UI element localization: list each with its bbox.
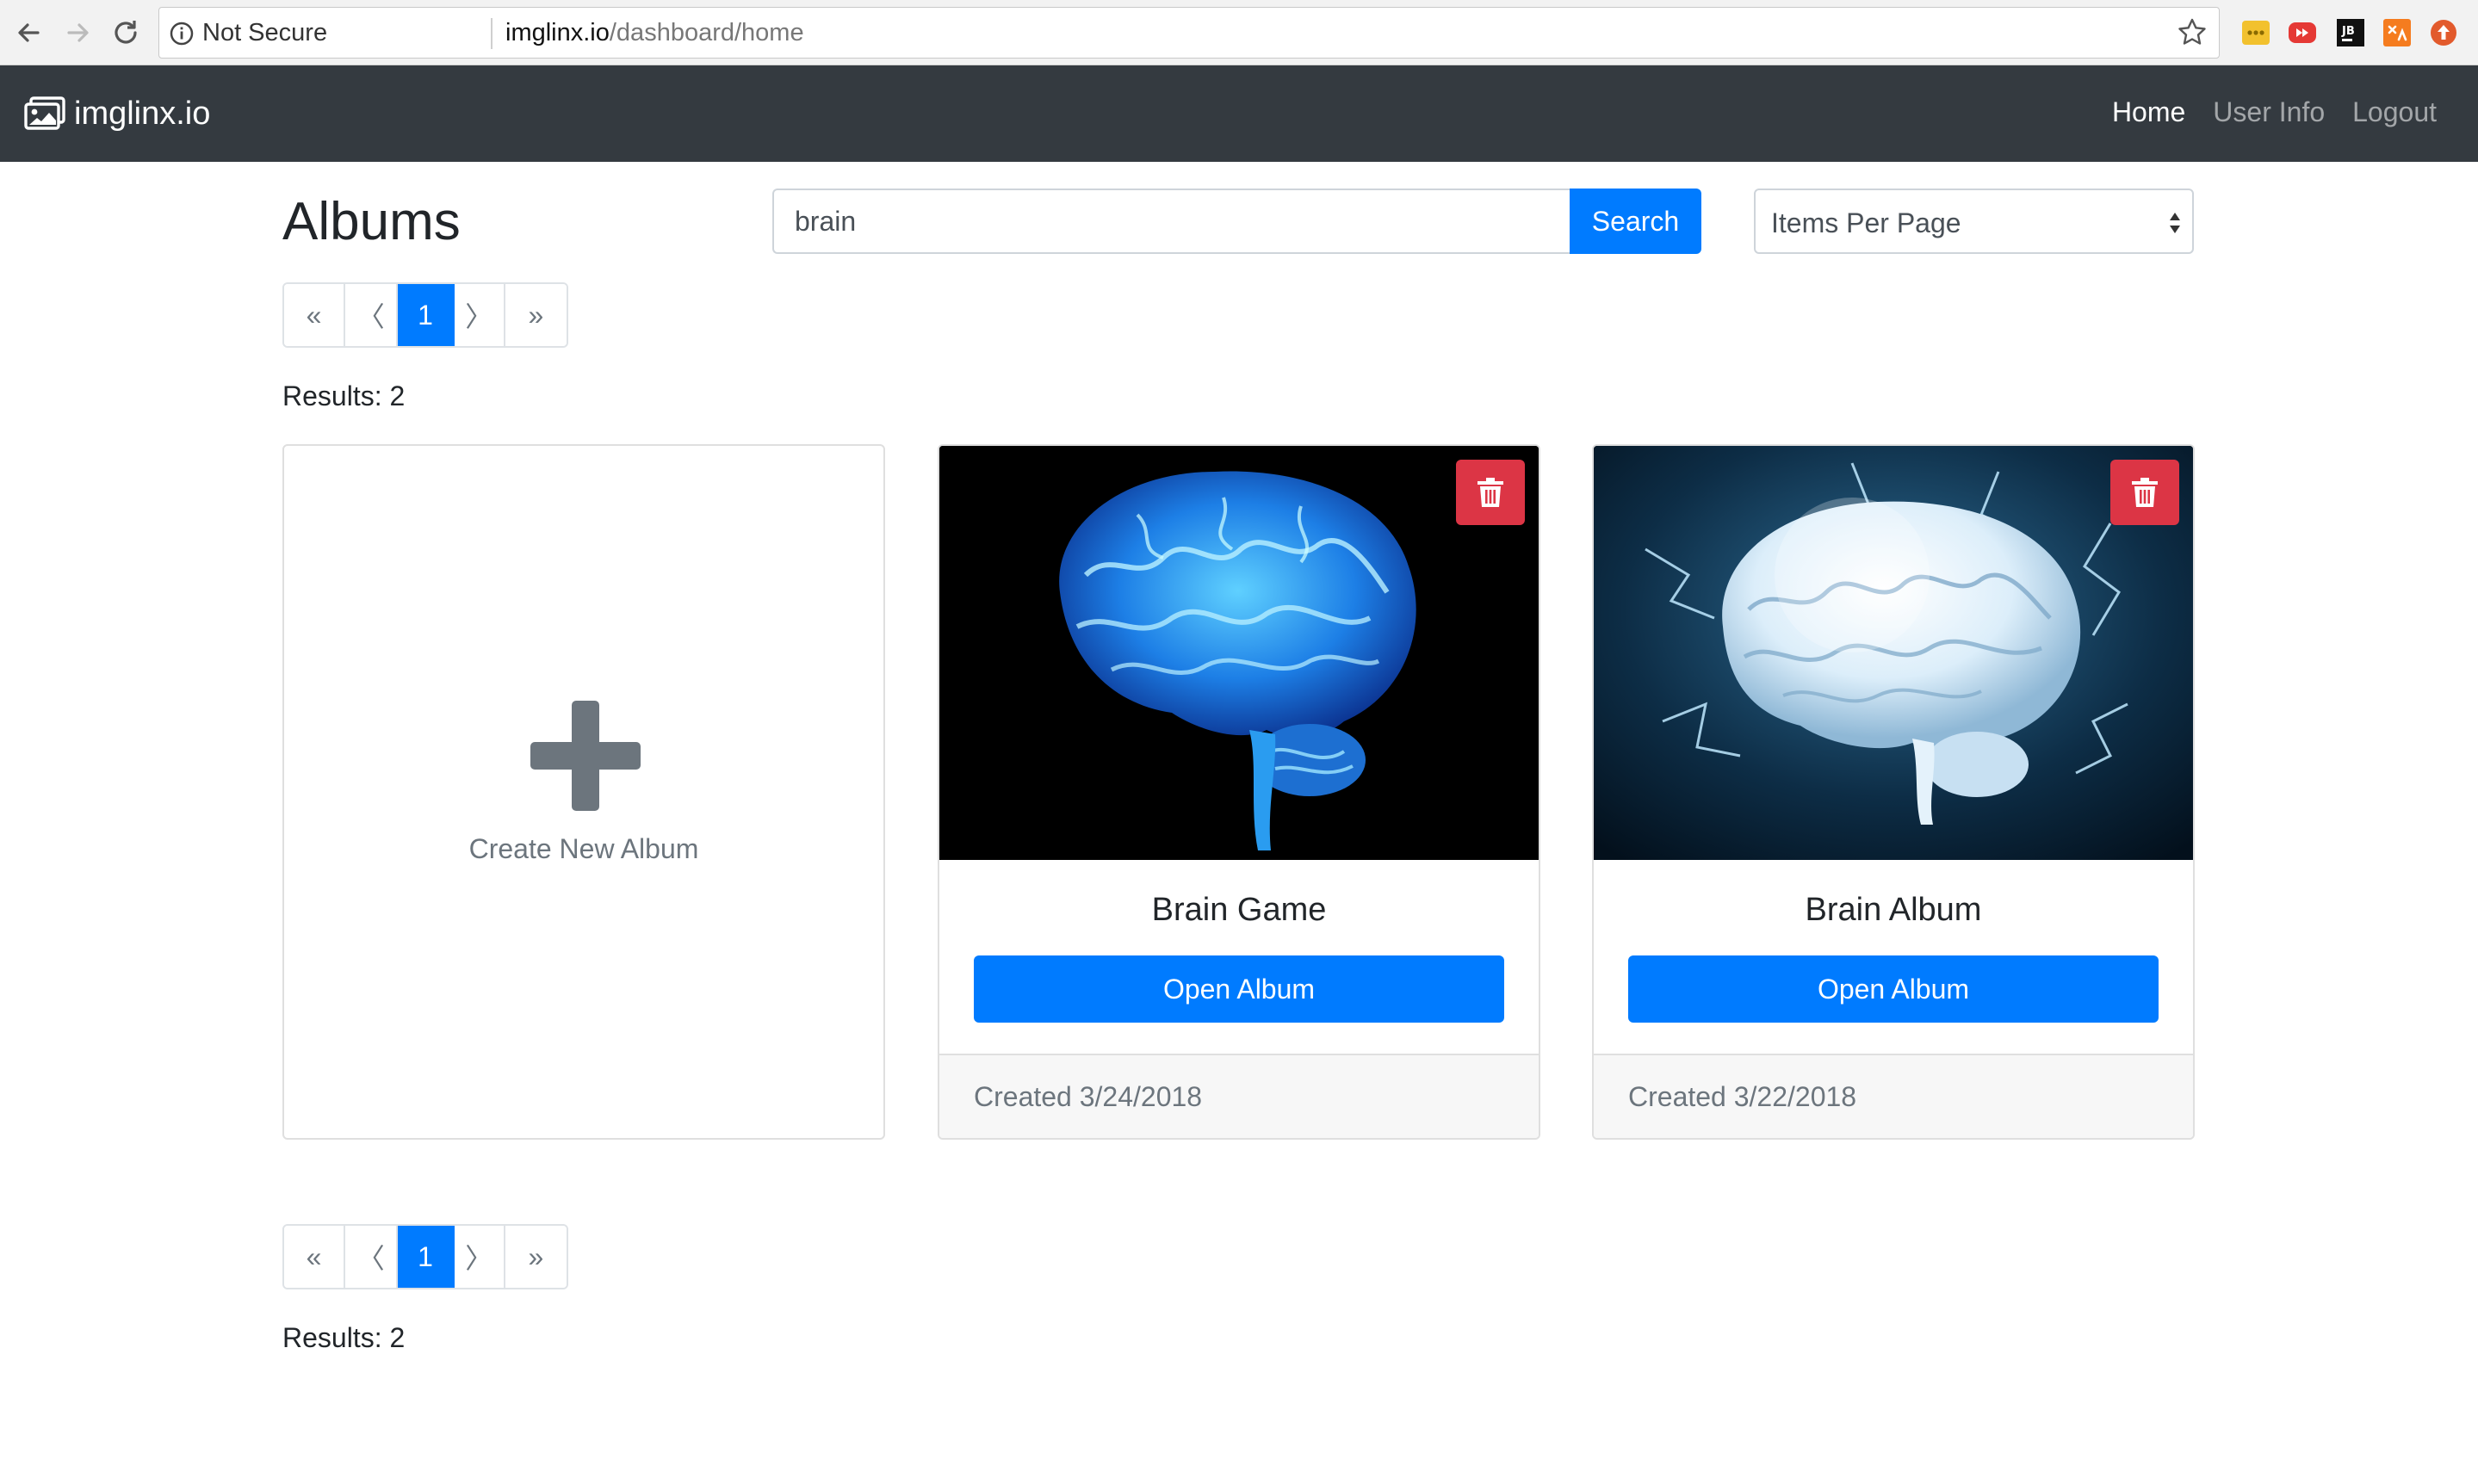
delete-album-button[interactable] bbox=[2110, 460, 2179, 525]
album-footer: Created 3/22/2018 bbox=[1594, 1054, 2193, 1138]
brand-name: imglinx.io bbox=[74, 95, 211, 132]
security-status: Not Secure bbox=[202, 19, 328, 46]
nav-logout[interactable]: Logout bbox=[2352, 96, 2437, 128]
address-bar[interactable]: Not Secure imglinx.io/dashboard/home bbox=[158, 7, 2220, 59]
brand[interactable]: imglinx.io bbox=[24, 90, 210, 138]
notes-extension-icon[interactable] bbox=[2240, 17, 2271, 48]
album-thumbnail-brain-blue[interactable] bbox=[939, 446, 1539, 860]
search-input[interactable] bbox=[772, 189, 1570, 254]
select-arrows-icon bbox=[2170, 213, 2180, 233]
app-navbar: imglinx.io Home User Info Logout bbox=[0, 65, 2478, 162]
translate-extension-icon[interactable] bbox=[2382, 17, 2413, 48]
search-group: Search bbox=[772, 189, 1701, 254]
results-count-bottom: Results: 2 bbox=[282, 1322, 406, 1353]
url-text[interactable]: imglinx.io/dashboard/home bbox=[505, 19, 804, 47]
page-next[interactable]: 〉 bbox=[454, 1226, 505, 1288]
pagination-top: « 〈 1 〉 » bbox=[282, 282, 568, 348]
items-per-page-label: Items Per Page bbox=[1771, 207, 1961, 238]
album-created-date: Created 3/22/2018 bbox=[1628, 1081, 1857, 1112]
album-title: Brain Album bbox=[1805, 892, 1982, 928]
reload-icon[interactable] bbox=[108, 15, 143, 50]
back-icon[interactable] bbox=[12, 15, 46, 50]
page-next[interactable]: 〉 bbox=[454, 284, 505, 346]
album-thumbnail-brain-electric[interactable] bbox=[1594, 446, 2193, 860]
plus-icon bbox=[530, 701, 641, 811]
upload-extension-icon[interactable] bbox=[2428, 17, 2459, 48]
jb-extension-icon[interactable]: JB bbox=[2335, 17, 2366, 48]
trash-icon bbox=[1478, 478, 1503, 507]
forward-icon[interactable] bbox=[60, 15, 95, 50]
page-last[interactable]: » bbox=[505, 1226, 567, 1288]
divider bbox=[491, 18, 493, 49]
nav-home[interactable]: Home bbox=[2112, 96, 2185, 128]
nav-user-info[interactable]: User Info bbox=[2213, 96, 2325, 128]
open-album-button[interactable]: Open Album bbox=[974, 955, 1504, 1023]
create-album-card[interactable]: Create New Album bbox=[282, 444, 885, 1140]
video-extension-icon[interactable] bbox=[2287, 17, 2318, 48]
url-path: /dashboard/home bbox=[609, 19, 804, 46]
album-card: Brain Game Open Album Created 3/24/2018 bbox=[938, 444, 1540, 1140]
page-prev[interactable]: 〈 bbox=[345, 284, 399, 346]
create-album-label: Create New Album bbox=[468, 833, 699, 864]
delete-album-button[interactable] bbox=[1456, 460, 1525, 525]
album-card: Brain Album Open Album Created 3/22/2018 bbox=[1592, 444, 2195, 1140]
page-title: Albums bbox=[282, 192, 461, 251]
open-album-button[interactable]: Open Album bbox=[1628, 955, 2159, 1023]
page-first[interactable]: « bbox=[284, 1226, 346, 1288]
url-host: imglinx.io bbox=[505, 19, 610, 46]
page-prev[interactable]: 〈 bbox=[345, 1226, 399, 1288]
search-button[interactable]: Search bbox=[1570, 189, 1701, 254]
nav-links: Home User Info Logout bbox=[2112, 96, 2437, 128]
browser-toolbar: Not Secure imglinx.io/dashboard/home JB bbox=[0, 0, 2478, 65]
images-icon bbox=[24, 96, 65, 130]
page-last[interactable]: » bbox=[505, 284, 567, 346]
page-first[interactable]: « bbox=[284, 284, 346, 346]
album-created-date: Created 3/24/2018 bbox=[974, 1081, 1203, 1112]
results-count-top: Results: 2 bbox=[282, 380, 406, 411]
items-per-page-select[interactable]: Items Per Page bbox=[1754, 189, 2194, 254]
info-icon[interactable] bbox=[168, 20, 195, 47]
album-title: Brain Game bbox=[1151, 892, 1327, 928]
album-footer: Created 3/24/2018 bbox=[939, 1054, 1539, 1138]
bookmark-star-icon[interactable] bbox=[2176, 16, 2209, 49]
page-current[interactable]: 1 bbox=[398, 284, 455, 346]
trash-icon bbox=[2132, 478, 2158, 507]
svg-text:JB: JB bbox=[2341, 25, 2355, 38]
page-current[interactable]: 1 bbox=[398, 1226, 455, 1288]
pagination-bottom: « 〈 1 〉 » bbox=[282, 1224, 568, 1289]
